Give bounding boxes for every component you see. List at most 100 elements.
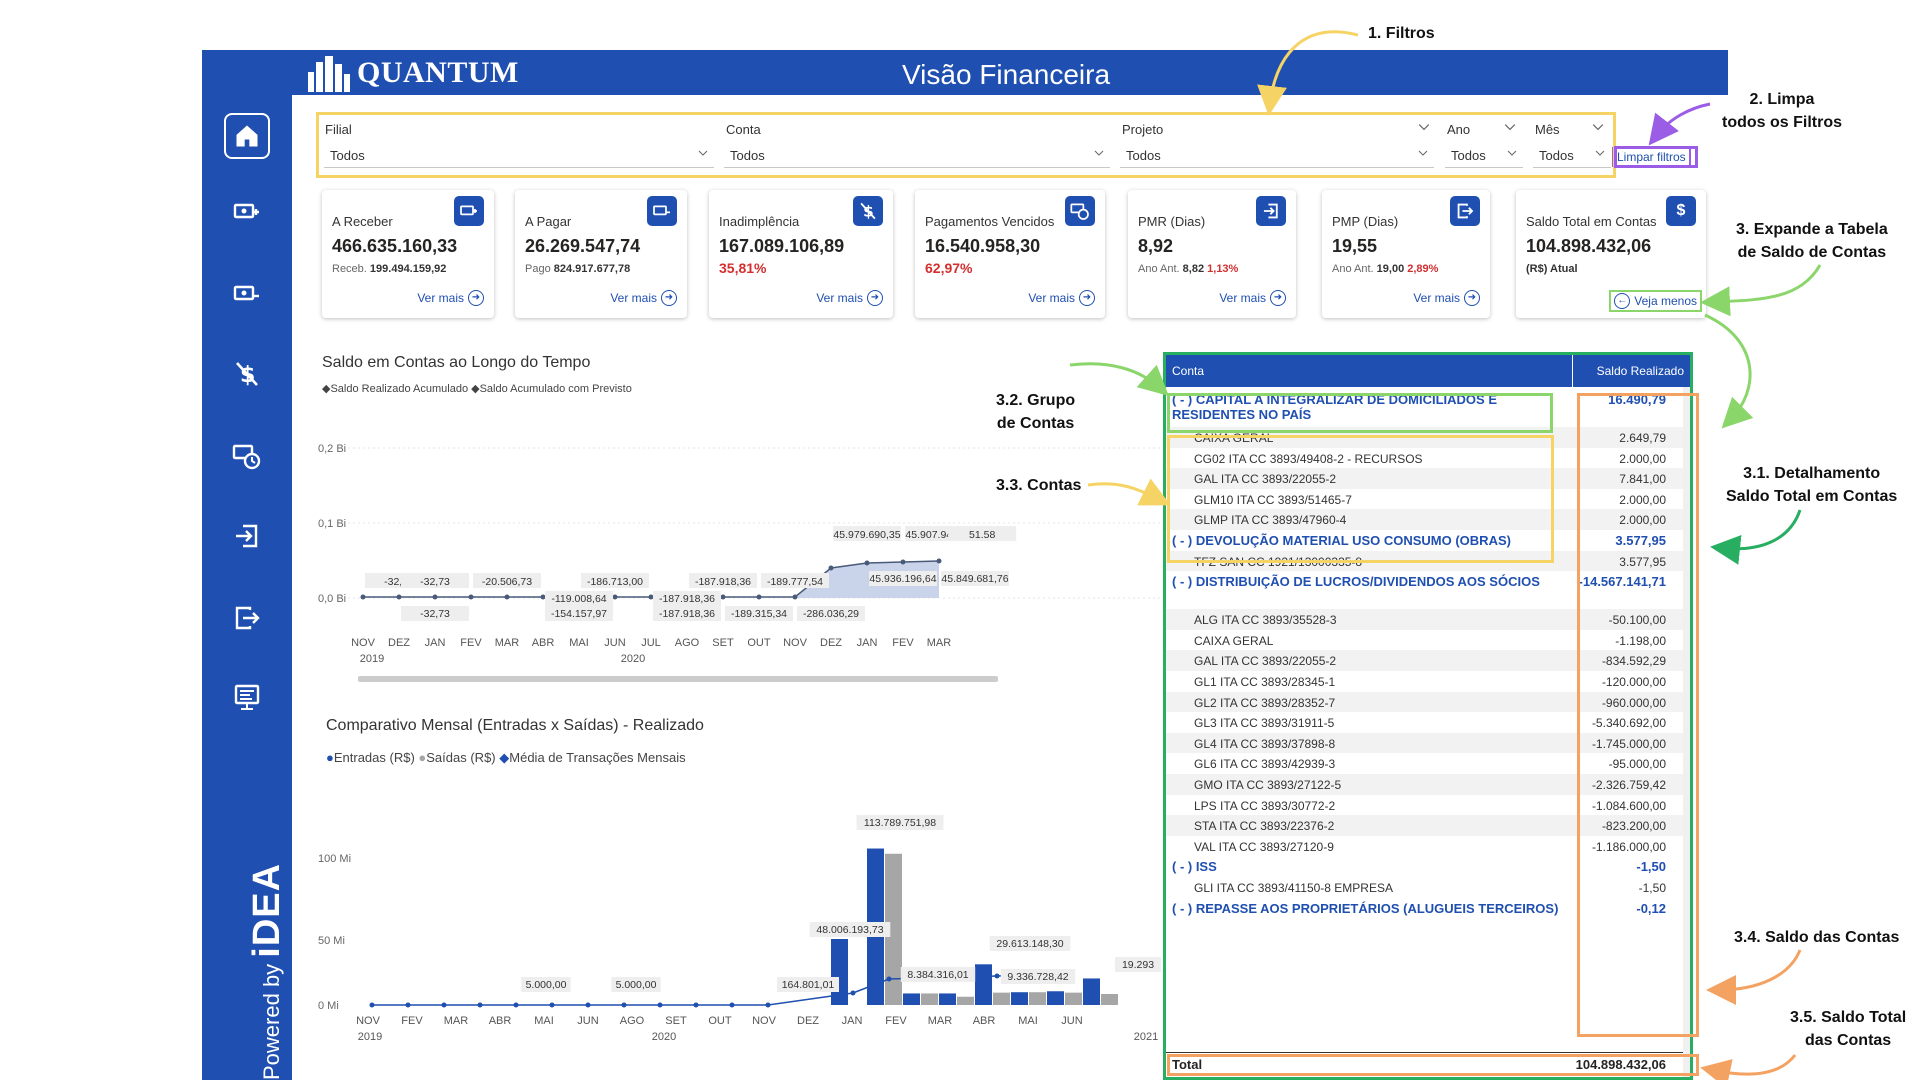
kpi-card-receber: A Receber 466.635.160,33 Receb. 199.494.… [322,190,494,318]
nav-logout[interactable] [224,595,270,641]
filter-projeto-value: Todos [1126,148,1161,163]
y-tick-label: 50 Mi [318,935,345,947]
see-more-link[interactable]: Ver mais ➜ [816,290,883,306]
table-group-row[interactable]: ( - ) DISTRIBUIÇÃO DE LUCROS/DIVIDENDOS … [1166,571,1690,609]
table-row: GL3 ITA CC 3893/31911-5 -5.340.692,00 [1166,712,1690,733]
kpi-value: 167.089.106,89 [719,236,845,256]
kpi-sub-label: (R$) Atual [1526,263,1578,275]
chevron-down-icon [1418,124,1430,131]
data-point [468,594,474,600]
see-less-button[interactable]: ← Veja menos [1609,290,1702,312]
data-label: -189.777,54 [767,576,823,588]
kpi-sub-value: 199.494.159,92 [369,263,447,275]
bar-saidas [957,996,974,1005]
table-header-saldo[interactable]: Saldo Realizado [1573,355,1690,387]
table-group-row[interactable]: ( - ) CAPITAL A INTEGRALIZAR DE DOMICILI… [1166,389,1690,427]
table-group-row[interactable]: ( - ) REPASSE AOS PROPRIETÁRIOS (ALUGUEI… [1166,898,1690,936]
table-group-row[interactable]: ( - ) ISS -1,50 [1166,856,1690,877]
table-cell-saldo: -120.000,00 [1601,675,1666,689]
filter-projeto-select[interactable]: Todos [1120,146,1434,168]
nav-default[interactable]: $ [224,351,270,397]
table-header-conta[interactable]: Conta [1166,355,1572,387]
x-tick-label: AGO [620,1015,645,1027]
home-icon [236,125,258,147]
y-tick-label: 100 Mi [318,853,351,865]
nav-payables[interactable] [224,271,270,317]
nav-home[interactable] [224,113,270,159]
table-cell-saldo: -834.592,29 [1601,654,1666,669]
data-point [864,560,870,566]
data-point [900,559,906,565]
see-more-label: Ver mais [417,291,464,305]
line-chart: 0,2 Bi 0,1 Bi 0,0 Bi NOV DEZ JAN FEV MAR ABR MAI J… [318,443,1163,682]
kpi-value: 104.898.432,06 [1526,236,1652,256]
clear-filters-button[interactable]: Limpar filtros [1612,147,1691,167]
table-cell-conta: ALG ITA CC 3893/35528-3 [1194,613,1337,628]
see-more-link[interactable]: Ver mais ➜ [1413,290,1480,306]
average-point [441,1002,447,1008]
legend-series-2: Saídas (R$) [426,750,496,765]
table-cell-saldo: 2.649,79 [1619,431,1666,445]
data-point [432,594,438,600]
table-scrollbar[interactable] [1683,387,1690,1077]
see-more-link[interactable]: Ver mais ➜ [417,290,484,306]
chevron-down-icon [1094,150,1104,156]
data-label-group: -189.315,34 [725,606,793,621]
data-label: 45.979.690,35 [833,529,900,541]
nav-monitor[interactable] [224,675,270,721]
x-tick-label: MAI [1018,1015,1038,1027]
kpi-sub-label: Receb. [332,263,367,275]
nav-login[interactable] [224,513,270,559]
table-cell-saldo: -1,50 [1636,859,1666,875]
x-tick-label: JAN [425,637,446,649]
bar-chart-title: Comparativo Mensal (Entradas x Saídas) -… [326,717,704,734]
data-point [756,594,762,600]
data-label-group: -189.777,54 [761,573,829,588]
x-tick-label: ABR [973,1015,996,1027]
see-more-link[interactable]: Ver mais ➜ [610,290,677,306]
table-total-row: Total 104.898.432,06 [1166,1052,1690,1074]
filter-filial-value: Todos [330,148,365,163]
filter-filial-select[interactable]: Todos [324,146,714,168]
see-more-label: Ver mais [610,291,657,305]
line-chart-title: Saldo em Contas ao Longo do Tempo [322,354,591,371]
annotation-total: 3.5. Saldo Total das Contas [1790,1009,1907,1049]
kpi-card-pmp: PMP (Dias) 19,55 Ano Ant. 19,00 2,89% Ve… [1322,190,1490,318]
see-more-link[interactable]: Ver mais ➜ [1028,290,1095,306]
kpi-sub-value: 824.917.677,78 [553,263,631,275]
data-point [648,594,654,600]
average-point [405,1002,411,1008]
default-icon: $ [853,196,883,226]
table-row: GLMP ITA CC 3893/47960-4 2.000,00 [1166,509,1690,530]
table-row: GL2 ITA CC 3893/28352-7 -960.000,00 [1166,691,1690,713]
kpi-value: 16.540.958,30 [925,236,1041,256]
bar-entradas [903,993,920,1005]
filter-mes-select[interactable]: Todos [1533,146,1611,168]
table-cell-saldo: -960.000,00 [1601,695,1666,710]
data-label-group: -119.008,64 [545,591,613,606]
annotation-filters: 1. Filtros [1368,25,1435,42]
x-tick-label: AGO [675,637,700,649]
average-point [585,1002,591,1008]
filter-ano-select[interactable]: Todos [1445,146,1523,168]
x-tick-label: OUT [708,1015,732,1027]
see-more-link[interactable]: Ver mais ➜ [1219,290,1286,306]
data-point [792,594,798,600]
arrow-balances [1706,949,1802,1005]
data-label: 5.000,00 [616,979,657,991]
nav-receivables[interactable] [224,189,270,235]
nav-overdue[interactable] [224,433,270,479]
data-label: 5.000,00 [526,979,567,991]
x-tick-label: NOV [351,637,376,649]
chevron-down-icon [1504,124,1516,131]
filter-conta-select[interactable]: Todos [724,146,1110,168]
powered-by: Powered by iDEA [246,863,289,1080]
data-label: -32,73 [420,576,450,588]
table-cell-conta: ( - ) DISTRIBUIÇÃO DE LUCROS/DIVIDENDOS … [1172,574,1540,590]
annotation-accounts: 3.3. Contas [996,477,1082,494]
kpi-sub: Receb. 199.494.159,92 [332,263,446,275]
table-cell-conta: GL3 ITA CC 3893/31911-5 [1194,716,1335,731]
kpi-sub-value: 19,00 [1376,263,1405,275]
table-group-row[interactable]: ( - ) DEVOLUÇÃO MATERIAL USO CONSUMO (OB… [1166,530,1690,551]
sidebar: $ Powered by iDEA [202,95,292,1080]
